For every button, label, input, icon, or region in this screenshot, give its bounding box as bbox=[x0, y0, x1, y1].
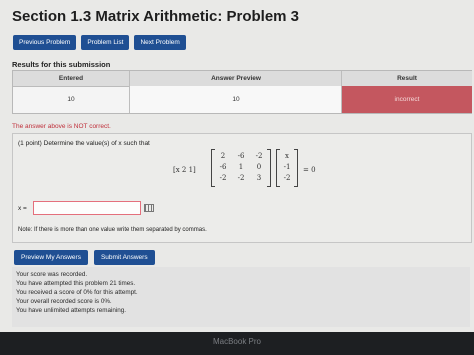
col-header-entered: Entered bbox=[13, 71, 129, 87]
results-table: Entered Answer Preview Result 10 10 inco… bbox=[12, 70, 472, 114]
result-status-badge: incorrect bbox=[341, 86, 472, 113]
next-problem-button[interactable]: Next Problem bbox=[134, 35, 186, 50]
row-vector: [x 2 1] bbox=[173, 166, 196, 174]
score-message: Your score was recorded. bbox=[16, 271, 88, 278]
equation-rhs: = 0 bbox=[303, 166, 316, 174]
answer-label: x = bbox=[18, 205, 27, 212]
col-header-preview: Answer Preview bbox=[129, 71, 342, 87]
score-messages: Your score was recorded. You have attemp… bbox=[12, 267, 470, 327]
page-title: Section 1.3 Matrix Arithmetic: Problem 3 bbox=[12, 8, 300, 25]
results-heading: Results for this submission bbox=[12, 60, 111, 69]
preview-answers-button[interactable]: Preview My Answers bbox=[14, 250, 88, 265]
entered-value: 10 bbox=[67, 96, 75, 103]
problem-list-button[interactable]: Problem List bbox=[81, 35, 130, 50]
matrix-cell: -6 bbox=[219, 163, 227, 171]
matrix-cell: -2 bbox=[255, 152, 263, 160]
matrix-cell: 0 bbox=[256, 163, 262, 171]
problem-nav: Previous Problem Problem List Next Probl… bbox=[13, 35, 186, 50]
previous-problem-button[interactable]: Previous Problem bbox=[13, 35, 77, 50]
vector-cell: x bbox=[285, 152, 289, 160]
matrix-cell: -2 bbox=[237, 174, 245, 182]
col-header-result: Result bbox=[341, 71, 472, 87]
feedback-message: The answer above is NOT correct. bbox=[12, 123, 111, 130]
matrix-cell: -2 bbox=[219, 174, 227, 182]
matrix-right-bracket bbox=[267, 149, 271, 187]
vector-cell: -2 bbox=[283, 174, 291, 182]
score-message: You have attempted this problem 21 times… bbox=[16, 280, 136, 287]
submit-answers-button[interactable]: Submit Answers bbox=[93, 250, 155, 265]
answer-actions: Preview My Answers Submit Answers bbox=[14, 250, 155, 265]
problem-prompt: (1 point) Determine the value(s) of x su… bbox=[18, 140, 150, 147]
answer-input[interactable] bbox=[33, 201, 141, 215]
score-message: You received a score of 0% for this atte… bbox=[16, 289, 138, 296]
matrix-cell: 3 bbox=[256, 174, 262, 182]
vector-right-bracket bbox=[294, 149, 298, 187]
score-message: Your overall recorded score is 0%. bbox=[16, 298, 112, 305]
score-message: You have unlimited attempts remaining. bbox=[16, 307, 127, 314]
answer-preview-value: 10 bbox=[129, 86, 342, 113]
matrix-cell: -6 bbox=[237, 152, 245, 160]
matrix-cell: 2 bbox=[220, 152, 226, 160]
equation-editor-icon[interactable] bbox=[144, 204, 154, 212]
matrix-left-bracket bbox=[211, 149, 215, 187]
vector-cell: -1 bbox=[283, 163, 291, 171]
webwork-page: Section 1.3 Matrix Arithmetic: Problem 3… bbox=[0, 0, 474, 332]
matrix-cell: 1 bbox=[238, 163, 244, 171]
device-label: MacBook Pro bbox=[212, 337, 262, 346]
problem-box: (1 point) Determine the value(s) of x su… bbox=[12, 133, 472, 243]
answer-note: Note: If there is more than one value wr… bbox=[18, 227, 207, 233]
matrix-equation: [x 2 1] 2 -6 -2 -6 1 0 -2 -2 3 x -1 -2 =… bbox=[173, 149, 353, 189]
